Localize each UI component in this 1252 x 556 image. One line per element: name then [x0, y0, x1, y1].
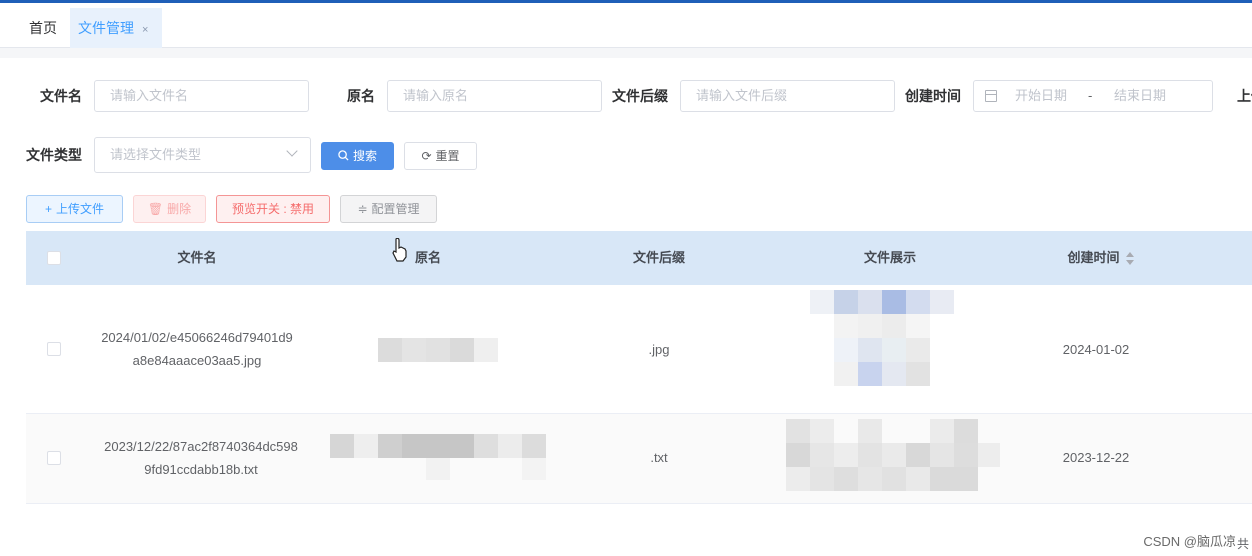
sort-caret-icon[interactable]	[1125, 251, 1135, 266]
created-cell: 2023-12-22	[1062, 450, 1130, 465]
end-date-input[interactable]: 结束日期	[1114, 81, 1166, 111]
close-icon[interactable]: ×	[142, 24, 148, 36]
table-row: 2023/12/22/87ac2f8740364dc598 9fd91ccdab…	[26, 414, 1252, 504]
config-label: 配置管理	[371, 202, 420, 216]
select-all-checkbox[interactable]	[47, 251, 61, 265]
table-row: 2024/01/02/e45066246d79401d9 a8e84aaace0…	[26, 285, 1252, 414]
col-preview: 文件展示	[863, 250, 916, 265]
col-filename: 文件名	[177, 250, 217, 265]
filename-line: 9fd91ccdabb18b.txt	[144, 462, 258, 477]
filename-cell: 2023/12/22/87ac2f8740364dc598 9fd91ccdab…	[82, 435, 320, 481]
type-label: 文件类型	[26, 147, 82, 163]
watermark-text: CSDN @脑瓜凉	[1143, 534, 1236, 549]
suffix-cell: .txt	[650, 450, 668, 465]
col-origname: 原名	[414, 250, 441, 265]
tab-label: 文件管理	[78, 20, 134, 36]
filename-cell: 2024/01/02/e45066246d79401d9 a8e84aaace0…	[82, 326, 312, 372]
tab-bar: 首页 文件管理 ×	[0, 3, 1252, 48]
plus-icon: +	[44, 202, 52, 216]
file-preview-thumbnail[interactable]	[786, 290, 954, 398]
filename-line: 2024/01/02/e45066246d79401d9	[101, 330, 293, 345]
pagination-total-text: 共	[1237, 537, 1250, 551]
config-management-button[interactable]: ≑ 配置管理	[340, 195, 437, 223]
start-date-input[interactable]: 开始日期	[1015, 81, 1067, 111]
tab-home[interactable]: 首页	[21, 8, 65, 48]
delete-label: 删除	[167, 202, 192, 216]
sliders-icon: ≑	[357, 202, 368, 216]
filename-line: 2023/12/22/87ac2f8740364dc598	[104, 439, 298, 454]
range-separator: -	[1088, 88, 1093, 103]
origname-label: 原名	[347, 88, 375, 104]
row-checkbox[interactable]	[47, 342, 61, 356]
filename-line: a8e84aaace03aa5.jpg	[132, 353, 262, 368]
suffix-cell: .jpg	[648, 342, 670, 357]
origname-blurred	[378, 338, 498, 362]
preview-toggle-button[interactable]: 预览开关 : 禁用	[216, 195, 330, 223]
refresh-icon: ⟳	[421, 149, 432, 163]
tab-file-management[interactable]: 文件管理 ×	[70, 8, 162, 48]
delete-button[interactable]: 🗑 删除	[133, 195, 206, 223]
created-label: 创建时间	[905, 88, 961, 104]
reset-button-label: 重置	[435, 149, 460, 163]
search-button-label: 搜索	[352, 149, 377, 163]
origname-blurred	[312, 434, 546, 480]
filename-input[interactable]: 请输入文件名	[94, 80, 309, 112]
created-cell: 2024-01-02	[1062, 342, 1130, 357]
col-created[interactable]: 创建时间	[1006, 231, 1196, 285]
col-created-label: 创建时间	[1067, 250, 1120, 265]
suffix-input[interactable]: 请输入文件后缀	[680, 80, 895, 112]
search-button[interactable]: 搜索	[321, 142, 394, 170]
upload-file-button[interactable]: + 上传文件	[26, 195, 123, 223]
hand-cursor-icon	[392, 237, 408, 265]
date-range-picker[interactable]: 开始日期 - 结束日期	[973, 80, 1213, 112]
reset-button[interactable]: ⟳ 重置	[404, 142, 477, 170]
pixelated-image-icon	[810, 290, 954, 386]
chevron-down-icon	[286, 145, 298, 157]
pixelated-image-icon	[330, 434, 546, 480]
row-checkbox[interactable]	[47, 451, 61, 465]
origname-input[interactable]: 请输入原名	[387, 80, 602, 112]
upload-label: 上传文件	[56, 202, 105, 216]
watermark: CSDN @脑瓜凉	[1143, 531, 1236, 550]
col-suffix: 文件后缀	[632, 250, 685, 265]
type-select[interactable]: 请选择文件类型	[94, 137, 311, 173]
file-preview-thumbnail[interactable]	[786, 419, 1000, 491]
type-placeholder: 请选择文件类型	[110, 147, 202, 162]
suffix-label: 文件后缀	[612, 88, 668, 104]
search-icon	[338, 150, 349, 161]
pixelated-image-icon	[378, 338, 498, 362]
table-header: 文件名 原名 文件后缀 文件展示 创建时间	[26, 231, 1252, 285]
content-divider	[0, 48, 1252, 58]
pixelated-image-icon	[786, 419, 1000, 491]
trash-icon: 🗑	[147, 202, 164, 216]
calendar-icon	[985, 90, 997, 102]
filename-label: 文件名	[40, 88, 82, 104]
uploader-label: 上传	[1237, 88, 1252, 104]
